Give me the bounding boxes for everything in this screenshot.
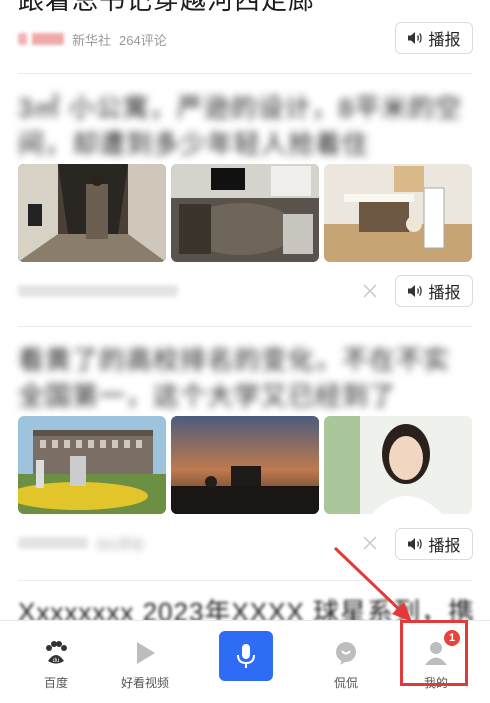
article-image-3[interactable] [324,416,472,514]
divider [18,580,473,581]
play-audio-button[interactable]: 播报 [395,275,473,307]
article-image-3[interactable] [324,164,472,262]
loft-photo [324,164,472,262]
source-logo [18,33,64,45]
tab-label: 侃侃 [333,676,358,690]
speaker-icon [408,285,423,297]
play-audio-button[interactable]: 播报 [395,22,473,54]
article-title[interactable]: 3㎡ 小公寓，严逊的设计，8平米的空间，却遭到多少年轻人抢着住 [18,90,473,162]
article-image-1[interactable] [18,164,166,262]
portrait-photo [324,416,472,514]
tab-label: 百度 [43,676,68,690]
article-image-2[interactable] [171,416,319,514]
play-label: 播报 [428,32,461,49]
tab-label: 好看视频 [120,676,169,690]
tab-baidu[interactable]: du 百度 [16,621,96,691]
hallway-photo [18,164,166,262]
article-image-1[interactable] [18,416,166,514]
play-audio-button[interactable]: 播报 [395,528,473,560]
voice-search-button[interactable] [219,631,273,681]
close-icon[interactable] [362,535,378,551]
tab-haokan-video[interactable]: 好看视频 [105,621,185,691]
article-meta [18,276,178,306]
article-meta: 301评论 [18,528,144,558]
microphone-icon [237,644,255,668]
play-label: 播报 [428,538,461,555]
play-icon [130,638,160,668]
speaker-icon [408,538,423,550]
blurred-source [18,537,88,549]
play-label: 播报 [428,285,461,302]
article-meta: 新华社 264评论 [18,24,167,54]
sunset-photo [171,416,319,514]
divider [18,326,473,327]
campus-photo [18,416,166,514]
blurred-meta [18,285,178,297]
chat-bubble-icon [331,638,361,668]
room-photo [171,164,319,262]
comment-count: 264评论 [119,32,167,48]
svg-text:du: du [53,658,60,664]
article-title[interactable]: 看黄了的高校排名的变化，不在不实全国第一，这个大学又已经到了 [18,342,473,414]
comment-count: 301评论 [96,536,144,552]
highlight-box [400,620,468,686]
tab-kankan[interactable]: 侃侃 [306,621,386,691]
article-image-2[interactable] [171,164,319,262]
speaker-icon [408,32,423,44]
divider [18,73,473,74]
source-name: 新华社 [72,32,112,48]
baidu-paw-icon: du [41,638,71,668]
article-title[interactable]: 跟着总书记穿越河西走廊 [18,0,473,18]
close-icon[interactable] [362,283,378,299]
